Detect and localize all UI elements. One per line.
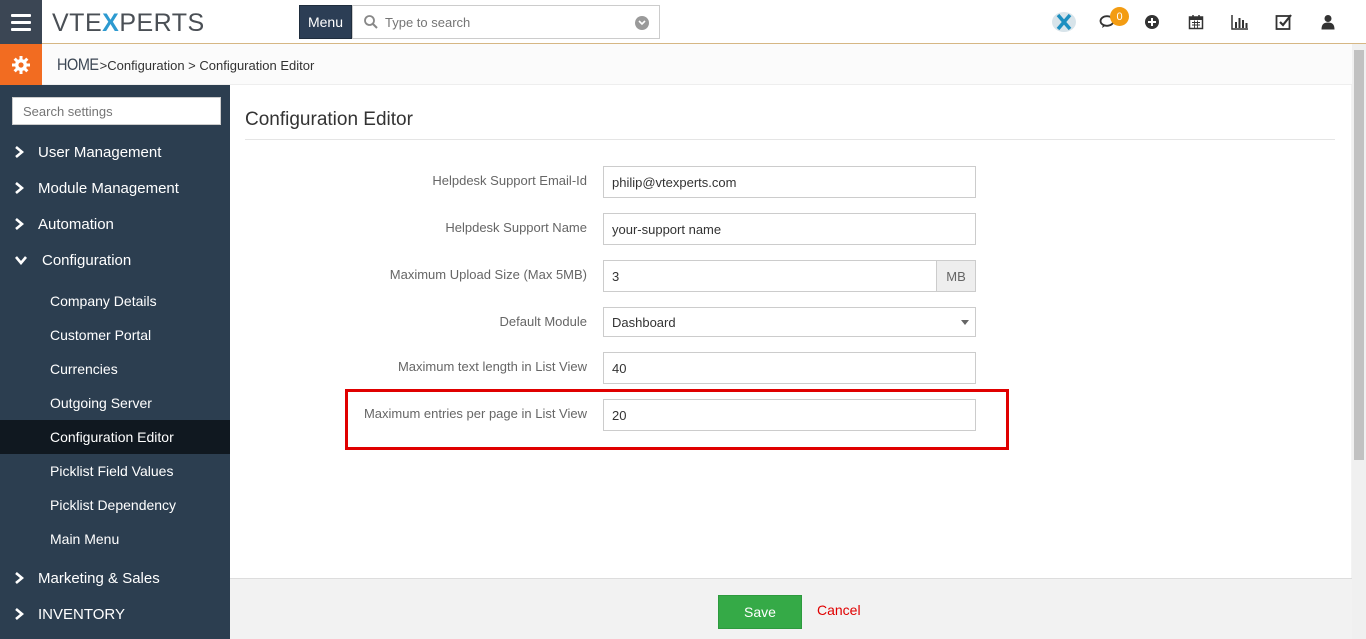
max-upload-size-input[interactable]: [604, 261, 934, 291]
max-text-length-field[interactable]: [603, 352, 976, 384]
sidebar-section-marketing-sales[interactable]: Marketing & Sales: [0, 560, 230, 596]
settings-search[interactable]: [12, 97, 221, 125]
dropdown-caret-icon: [961, 320, 969, 325]
sidebar-section-module-management[interactable]: Module Management: [0, 170, 230, 206]
sidebar-section-label: INVENTORY: [38, 605, 125, 623]
divider: [245, 139, 1335, 140]
breadcrumb-current: Configuration Editor: [199, 58, 315, 73]
sidebar-item-customer-portal[interactable]: Customer Portal: [0, 318, 230, 352]
checkbox-icon[interactable]: [1262, 0, 1306, 44]
chat-icon[interactable]: 0: [1086, 0, 1130, 44]
scrollbar-thumb[interactable]: [1354, 50, 1364, 460]
highlight-box: [345, 389, 1009, 450]
sidebar-item-main-menu[interactable]: Main Menu: [0, 522, 230, 556]
settings-sidebar: User Management Module Management Automa…: [0, 85, 230, 639]
main-content: Configuration Editor Helpdesk Support Em…: [230, 85, 1352, 578]
default-module-select[interactable]: Dashboard: [603, 307, 976, 337]
sidebar-section-user-management[interactable]: User Management: [0, 134, 230, 170]
sidebar-section-configuration[interactable]: Configuration: [0, 242, 230, 278]
menu-button[interactable]: Menu: [299, 5, 352, 39]
settings-search-input[interactable]: [13, 98, 220, 124]
logo-text-x: X: [102, 9, 120, 37]
save-button[interactable]: Save: [718, 595, 802, 629]
sidebar-section-label: Automation: [38, 215, 114, 233]
search-dropdown-icon[interactable]: [635, 16, 649, 30]
top-bar: VTEXPERTS Menu 0: [0, 0, 1366, 44]
calendar-icon[interactable]: [1174, 0, 1218, 44]
helpdesk-name-input[interactable]: [604, 214, 975, 244]
chevron-right-icon: [0, 145, 38, 159]
sidebar-section-label: User Management: [38, 143, 162, 161]
sidebar-item-configuration-editor[interactable]: Configuration Editor: [0, 420, 230, 454]
user-icon[interactable]: [1306, 0, 1350, 44]
sidebar-item-picklist-dependency[interactable]: Picklist Dependency: [0, 488, 230, 522]
max-text-length-input[interactable]: [604, 353, 975, 383]
breadcrumb-home[interactable]: HOME: [57, 55, 99, 75]
sidebar-section-label: Module Management: [38, 179, 179, 197]
bar-chart-icon[interactable]: [1218, 0, 1262, 44]
sidebar-item-currencies[interactable]: Currencies: [0, 352, 230, 386]
page-title: Configuration Editor: [245, 109, 413, 130]
sidebar-item-company-details[interactable]: Company Details: [0, 284, 230, 318]
config-editor-panel: Configuration Editor Helpdesk Support Em…: [230, 85, 1351, 578]
sidebar-item-picklist-field-values[interactable]: Picklist Field Values: [0, 454, 230, 488]
global-search[interactable]: [352, 5, 660, 39]
page-scrollbar[interactable]: [1352, 44, 1366, 639]
default-module-label: Default Module: [499, 314, 587, 329]
app-logo[interactable]: VTEXPERTS: [52, 9, 205, 38]
default-module-value: Dashboard: [612, 314, 676, 330]
sidebar-item-outgoing-server[interactable]: Outgoing Server: [0, 386, 230, 420]
breadcrumb-separator: >: [184, 58, 200, 73]
breadcrumb-bar: HOME >Configuration > Configuration Edit…: [0, 44, 1366, 85]
global-search-input[interactable]: [385, 14, 625, 30]
settings-gear-icon[interactable]: [0, 44, 42, 85]
helpdesk-email-label: Helpdesk Support Email-Id: [432, 173, 587, 188]
helpdesk-email-input[interactable]: [604, 167, 975, 197]
chevron-right-icon: [0, 571, 38, 585]
header-icons: 0: [1042, 0, 1350, 44]
notification-badge: 0: [1110, 7, 1129, 26]
sidebar-section-label: Marketing & Sales: [38, 569, 160, 587]
search-icon: [364, 15, 378, 29]
helpdesk-name-field[interactable]: [603, 213, 976, 245]
chevron-down-icon: [0, 255, 42, 265]
sidebar-section-label: Configuration: [42, 251, 132, 269]
chevron-right-icon: [0, 217, 38, 231]
chevron-right-icon: [0, 607, 38, 621]
sidebar-section-automation[interactable]: Automation: [0, 206, 230, 242]
plus-circle-icon[interactable]: [1130, 0, 1174, 44]
sidebar-section-inventory[interactable]: INVENTORY: [0, 596, 230, 632]
breadcrumb: HOME >Configuration > Configuration Edit…: [57, 55, 314, 75]
logo-text-pre: VTE: [52, 9, 103, 37]
max-text-length-label: Maximum text length in List View: [397, 359, 587, 374]
unit-addon: MB: [936, 261, 975, 291]
hamburger-menu-icon[interactable]: [0, 0, 42, 44]
cancel-link[interactable]: Cancel: [817, 602, 861, 618]
logo-text-post: PERTS: [119, 9, 205, 37]
chevron-right-icon: [0, 181, 38, 195]
helpdesk-email-field[interactable]: [603, 166, 976, 198]
max-upload-size-label: Maximum Upload Size (Max 5MB): [389, 267, 587, 282]
breadcrumb-configuration[interactable]: Configuration: [107, 58, 184, 73]
max-upload-size-field[interactable]: MB: [603, 260, 976, 292]
form-footer: Save Cancel: [230, 578, 1352, 639]
vtiger-x-icon[interactable]: [1042, 0, 1086, 44]
helpdesk-name-label: Helpdesk Support Name: [445, 220, 587, 235]
